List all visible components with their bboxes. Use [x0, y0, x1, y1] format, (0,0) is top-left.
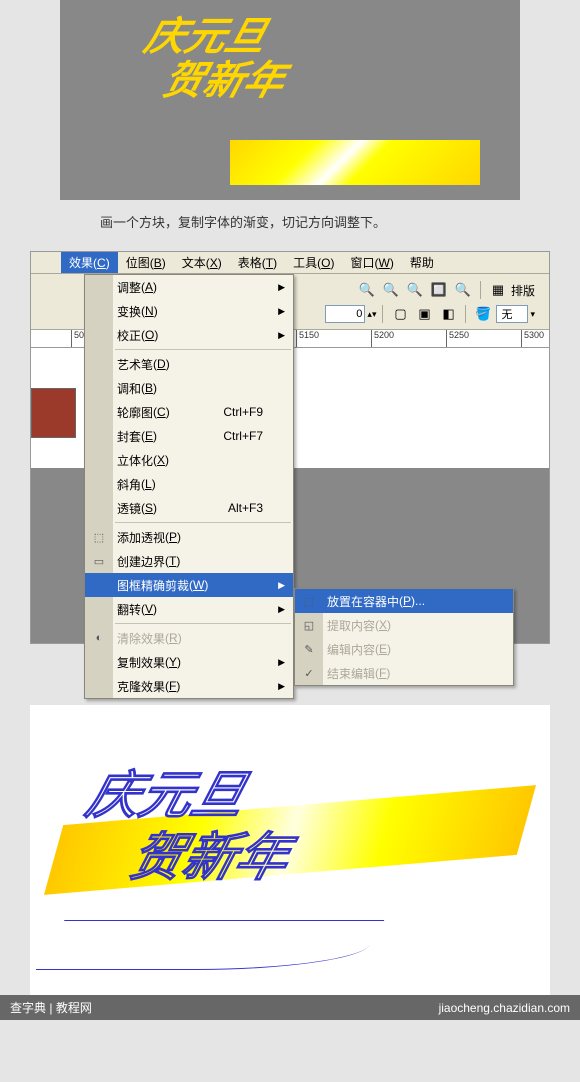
- menubar-spacer: [31, 261, 61, 265]
- tool-icon-3[interactable]: ◧: [437, 303, 459, 325]
- perspective-icon: ⬚: [91, 529, 107, 545]
- caption-1: 画一个方块，复制字体的渐变，切记方向调整下。: [0, 200, 580, 251]
- menu-clone-effect[interactable]: 克隆效果(F)▶: [85, 674, 293, 698]
- menu-help[interactable]: 帮助: [402, 252, 442, 273]
- watermark-url: jiaocheng.chazidian.com: [439, 1001, 570, 1015]
- watermark-bar: 查字典 | 教程网 jiaocheng.chazidian.com: [0, 995, 580, 1020]
- spinner-1[interactable]: [325, 305, 365, 323]
- gradient-rectangle: [230, 140, 480, 185]
- submenu-extract: ◱提取内容(X): [295, 613, 513, 637]
- art-line-2: 贺新年: [128, 59, 290, 103]
- shortcut-label: Alt+F3: [228, 501, 263, 515]
- menu-window[interactable]: 窗口(W): [342, 252, 401, 273]
- watermark-brand: 查字典 | 教程网: [10, 999, 92, 1016]
- menu-flip[interactable]: 翻转(V)▶: [85, 597, 293, 621]
- zoom-sel-icon[interactable]: 🔍: [452, 279, 474, 301]
- ruler-tick: 5300: [521, 330, 544, 348]
- tool-icon-2[interactable]: ▣: [413, 303, 435, 325]
- separator: [465, 305, 466, 323]
- art-line-1: 庆元旦: [140, 15, 302, 59]
- fill-select[interactable]: 无: [496, 305, 528, 323]
- submenu-arrow-icon: ▶: [278, 580, 285, 591]
- zoom-out-icon[interactable]: 🔍: [380, 279, 402, 301]
- section-3: 庆元旦 贺新年: [30, 705, 550, 995]
- menu-separator: [115, 522, 291, 523]
- effects-dropdown: 调整(A)▶ 变换(N)▶ 校正(O)▶ 艺术笔(D) 调和(B) 轮廓图(C)…: [84, 274, 294, 699]
- menu-bitmap[interactable]: 位图(B): [118, 252, 174, 273]
- menu-bevel[interactable]: 斜角(L): [85, 472, 293, 496]
- menu-tools[interactable]: 工具(O): [285, 252, 342, 273]
- menu-extrude[interactable]: 立体化(X): [85, 448, 293, 472]
- menu-envelope[interactable]: 封套(E)Ctrl+F7: [85, 424, 293, 448]
- container-icon: ⬚: [301, 593, 317, 609]
- separator: [480, 281, 481, 299]
- menu-table[interactable]: 表格(T): [230, 252, 285, 273]
- menu-separator: [115, 349, 291, 350]
- swoosh-outline: [36, 920, 385, 970]
- edit-icon: ✎: [301, 641, 317, 657]
- ruler-tick: 5250: [446, 330, 469, 348]
- clear-icon: ◐: [91, 630, 107, 646]
- menu-effects[interactable]: 效果(C): [61, 252, 118, 273]
- canvas-preview-3: 庆元旦 贺新年: [30, 705, 550, 995]
- dropdown-arrow-icon[interactable]: ▾: [530, 309, 535, 320]
- menu-correct[interactable]: 校正(O)▶: [85, 323, 293, 347]
- extract-icon: ◱: [301, 617, 317, 633]
- ruler-tick: 5150: [296, 330, 319, 348]
- submenu-arrow-icon: ▶: [278, 282, 285, 293]
- submenu-arrow-icon: ▶: [278, 306, 285, 317]
- canvas-preview-1: 庆元旦 贺新年: [60, 0, 520, 200]
- outline-line-1: 庆元旦: [80, 765, 313, 827]
- submenu-arrow-icon: ▶: [278, 604, 285, 615]
- powerclip-submenu: ⬚放置在容器中(P)... ◱提取内容(X) ✎编辑内容(E) ✓结束编辑(F): [294, 588, 514, 686]
- menu-lens[interactable]: 透镜(S)Alt+F3: [85, 496, 293, 520]
- layout-label: 排版: [511, 282, 535, 299]
- finish-icon: ✓: [301, 665, 317, 681]
- submenu-place-in-container[interactable]: ⬚放置在容器中(P)...: [295, 589, 513, 613]
- grid-icon[interactable]: ▦: [487, 279, 509, 301]
- menu-transform[interactable]: 变换(N)▶: [85, 299, 293, 323]
- menu-separator: [115, 623, 291, 624]
- outline-text: 庆元旦 贺新年: [63, 765, 312, 890]
- menu-copy-effect[interactable]: 复制效果(Y)▶: [85, 650, 293, 674]
- artwork-text: 庆元旦 贺新年: [128, 15, 302, 103]
- menubar: 效果(C) 位图(B) 文本(X) 表格(T) 工具(O) 窗口(W) 帮助: [31, 252, 549, 274]
- menu-create-boundary[interactable]: ▭创建边界(T): [85, 549, 293, 573]
- submenu-finish: ✓结束编辑(F): [295, 661, 513, 685]
- boundary-icon: ▭: [91, 553, 107, 569]
- menu-blend[interactable]: 调和(B): [85, 376, 293, 400]
- spinner-arrows-icon[interactable]: ▴▾: [367, 309, 376, 320]
- submenu-arrow-icon: ▶: [278, 681, 285, 692]
- shortcut-label: Ctrl+F7: [223, 429, 263, 443]
- shortcut-label: Ctrl+F9: [223, 405, 263, 419]
- menu-text[interactable]: 文本(X): [174, 252, 230, 273]
- zoom-fit-icon[interactable]: 🔍: [404, 279, 426, 301]
- menu-contour[interactable]: 轮廓图(C)Ctrl+F9: [85, 400, 293, 424]
- submenu-arrow-icon: ▶: [278, 657, 285, 668]
- menu-art-brush[interactable]: 艺术笔(D): [85, 352, 293, 376]
- section-1: 庆元旦 贺新年 画一个方块，复制字体的渐变，切记方向调整下。: [0, 0, 580, 251]
- tool-icon-1[interactable]: ▢: [389, 303, 411, 325]
- software-window: 效果(C) 位图(B) 文本(X) 表格(T) 工具(O) 窗口(W) 帮助 🔍…: [30, 251, 550, 644]
- ruler-tick: 5200: [371, 330, 394, 348]
- menu-adjust[interactable]: 调整(A)▶: [85, 275, 293, 299]
- submenu-arrow-icon: ▶: [278, 330, 285, 341]
- menu-add-perspective[interactable]: ⬚添加透视(P): [85, 525, 293, 549]
- zoom-icon[interactable]: 🔍: [356, 279, 378, 301]
- outline-line-2: 贺新年: [63, 827, 296, 889]
- fill-icon[interactable]: 🪣: [472, 303, 494, 325]
- separator: [382, 305, 383, 323]
- zoom-page-icon[interactable]: 🔲: [428, 279, 450, 301]
- red-object: [31, 388, 76, 438]
- submenu-edit: ✎编辑内容(E): [295, 637, 513, 661]
- menu-powerclip[interactable]: 图框精确剪裁(W)▶: [85, 573, 293, 597]
- menu-clear-effect: ◐清除效果(R): [85, 626, 293, 650]
